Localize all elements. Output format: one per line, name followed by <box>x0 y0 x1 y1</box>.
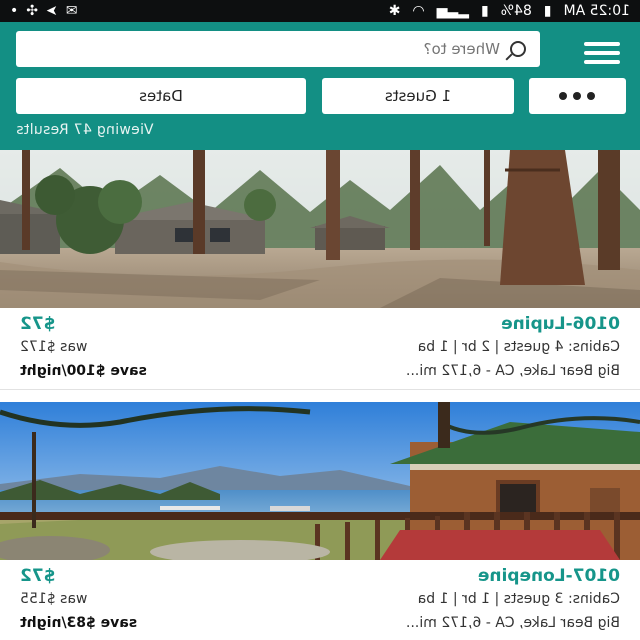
app-screen: 10:25 AM ▮ 84% ▮ ▂▃▅ ◠ ✱ ✉ ➤ ✣ • 1 Guest <box>0 0 640 640</box>
dates-button[interactable]: Dates <box>16 78 306 114</box>
battery-icon: ▮ <box>480 3 489 19</box>
notification-icon: ✉ <box>65 3 78 19</box>
results-count: Viewing 47 Results <box>16 122 154 138</box>
search-icon <box>510 41 526 57</box>
lake-view-photo <box>0 402 640 560</box>
battery-text: 84% <box>500 3 532 19</box>
status-right: ✉ ➤ ✣ • <box>10 0 77 22</box>
listing-location: Big Bear Lake, CA - 6,172 mi... <box>405 363 620 379</box>
listing-photo[interactable] <box>0 402 640 560</box>
listing-price: $72 <box>20 566 56 586</box>
search-input[interactable] <box>200 40 500 58</box>
listing-savings: save $83/night <box>20 615 138 631</box>
listing-info: 0106-Lupine Cabins: 4 guests | 2 br | 1 … <box>0 308 640 390</box>
listing-photo[interactable] <box>0 150 640 308</box>
listing-name[interactable]: 0107-Lonepine <box>478 566 620 586</box>
listing-info: 0107-Lonepine Cabins: 3 guests | 1 br | … <box>0 560 640 640</box>
bluetooth-icon: ✱ <box>388 3 401 19</box>
listing-was-price: was $172 <box>20 339 88 355</box>
time-text: 10:25 AM <box>563 3 630 19</box>
dot-icon: • <box>10 3 19 19</box>
forest-cabin-photo <box>0 150 640 308</box>
app-header: 1 Guests Dates Viewing 47 Results <box>0 22 640 150</box>
signal-icon: ▂▃▅ <box>436 3 469 19</box>
listing-card[interactable]: 0107-Lonepine Cabins: 3 guests | 1 br | … <box>0 402 640 640</box>
search-box[interactable] <box>16 31 540 67</box>
hamburger-menu-icon[interactable] <box>582 38 622 68</box>
sd-card-icon: ▮ <box>543 3 552 19</box>
listing-name[interactable]: 0106-Lupine <box>501 314 620 334</box>
wifi-icon: ◠ <box>412 3 425 19</box>
more-options-button[interactable] <box>529 78 626 114</box>
listing-was-price: was $155 <box>20 591 88 607</box>
status-bar: 10:25 AM ▮ 84% ▮ ▂▃▅ ◠ ✱ ✉ ➤ ✣ • <box>0 0 640 22</box>
listing-location: Big Bear Lake, CA - 6,172 mi... <box>405 615 620 631</box>
listing-card[interactable]: 0106-Lupine Cabins: 4 guests | 2 br | 1 … <box>0 150 640 390</box>
guests-button[interactable]: 1 Guests <box>322 78 514 114</box>
send-icon: ➤ <box>46 3 58 19</box>
more-dots-icon <box>559 92 596 100</box>
listing-savings: save $100/night <box>20 363 147 379</box>
fan-icon: ✣ <box>26 3 38 19</box>
status-left: 10:25 AM ▮ 84% ▮ ▂▃▅ ◠ ✱ <box>389 0 630 22</box>
listing-price: $72 <box>20 314 56 334</box>
listing-details: Cabins: 4 guests | 2 br | 1 ba <box>417 339 620 355</box>
listing-details: Cabins: 3 guests | 1 br | 1 ba <box>417 591 620 607</box>
filter-row: 1 Guests Dates <box>14 78 626 114</box>
card-divider <box>0 389 640 390</box>
